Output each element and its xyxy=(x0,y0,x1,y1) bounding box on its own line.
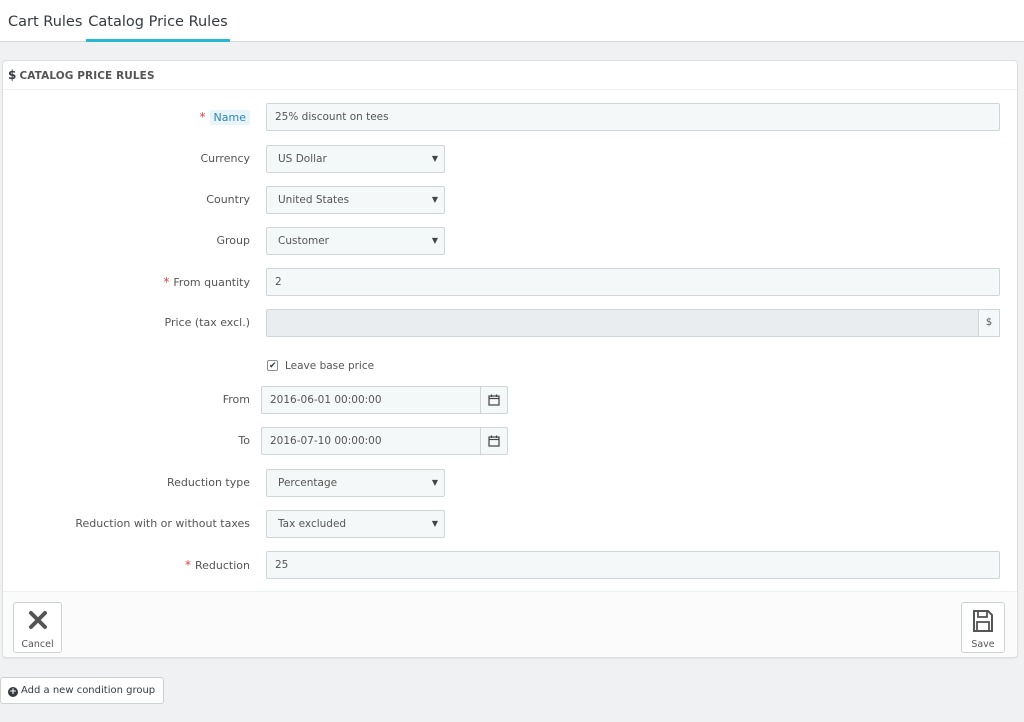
reduction-type-label: Reduction type xyxy=(166,476,250,489)
calendar-icon[interactable] xyxy=(480,386,508,414)
tabs-bar: Cart Rules Catalog Price Rules xyxy=(0,0,1024,42)
from-date-label: From xyxy=(222,393,250,406)
reduction-taxes-value: Tax excluded xyxy=(278,518,347,530)
leave-base-price-label: Leave base price xyxy=(285,360,375,372)
catalog-price-rule-panel: $ CATALOG PRICE RULES * Name 25% discount … xyxy=(2,60,1018,658)
cancel-button[interactable]: Cancel xyxy=(13,602,62,653)
plus-circle-icon: + xyxy=(8,687,18,697)
panel-footer: Cancel Save xyxy=(3,591,1017,657)
name-label: * Name xyxy=(200,103,250,131)
reduction-input[interactable]: 25 xyxy=(266,551,1000,579)
reduction-taxes-select[interactable]: Tax excluded ▼ xyxy=(266,510,445,538)
save-button[interactable]: Save xyxy=(961,602,1005,653)
caret-down-icon: ▼ xyxy=(431,195,438,204)
leave-base-price-checkbox[interactable] xyxy=(267,358,278,374)
calendar-icon[interactable] xyxy=(480,427,508,455)
price-input xyxy=(266,309,979,337)
to-date-group: 2016-07-10 00:00:00 xyxy=(261,427,508,455)
caret-down-icon: ▼ xyxy=(431,519,438,528)
required-marker: * xyxy=(163,275,170,289)
from-date-input[interactable]: 2016-06-01 00:00:00 xyxy=(261,386,481,414)
close-icon xyxy=(14,609,61,639)
leave-base-price-row[interactable]: Leave base price xyxy=(267,358,374,374)
cancel-label: Cancel xyxy=(21,639,54,650)
tab-cart-rules[interactable]: Cart Rules xyxy=(8,0,82,42)
caret-down-icon: ▼ xyxy=(431,154,438,163)
required-marker: * xyxy=(185,558,191,572)
required-marker: * xyxy=(199,110,206,124)
group-label: Group xyxy=(216,234,251,247)
add-condition-group-label: Add a new condition group xyxy=(21,685,156,696)
from-quantity-input[interactable]: 2 xyxy=(266,268,1000,296)
name-input[interactable]: 25% discount on tees xyxy=(266,103,1000,131)
save-icon xyxy=(962,609,1004,639)
save-label: Save xyxy=(971,639,995,650)
country-select[interactable]: United States ▼ xyxy=(266,186,445,214)
caret-down-icon: ▼ xyxy=(431,236,438,245)
currency-value: US Dollar xyxy=(278,153,327,165)
reduction-label-text: Reduction xyxy=(195,559,250,572)
country-value: United States xyxy=(278,194,350,206)
currency-label: Currency xyxy=(200,152,250,165)
dollar-addon: $ xyxy=(978,309,1000,337)
add-condition-group-button[interactable]: + Add a new condition group xyxy=(0,677,164,704)
reduction-taxes-label: Reduction with or without taxes xyxy=(75,517,250,530)
tab-catalog-price-rules[interactable]: Catalog Price Rules xyxy=(86,0,230,42)
to-date-input[interactable]: 2016-07-10 00:00:00 xyxy=(261,427,481,455)
reduction-type-value: Percentage xyxy=(278,477,338,489)
panel-title: CATALOG PRICE RULES xyxy=(19,70,155,82)
caret-down-icon: ▼ xyxy=(431,478,438,487)
country-label: Country xyxy=(206,193,250,206)
price-input-group: $ xyxy=(266,309,1000,337)
reduction-type-select[interactable]: Percentage ▼ xyxy=(266,469,445,497)
from-quantity-label-text: From quantity xyxy=(173,276,250,289)
from-quantity-label: * From quantity xyxy=(163,268,250,296)
name-label-text: Name xyxy=(209,110,250,125)
reduction-label: * Reduction xyxy=(185,551,250,579)
group-value: Customer xyxy=(278,235,330,247)
currency-select[interactable]: US Dollar ▼ xyxy=(266,145,445,173)
price-label: Price (tax excl.) xyxy=(164,316,250,329)
group-select[interactable]: Customer ▼ xyxy=(266,227,445,255)
panel-heading: $ CATALOG PRICE RULES xyxy=(3,61,1017,90)
from-date-group: 2016-06-01 00:00:00 xyxy=(261,386,508,414)
to-date-label: To xyxy=(238,434,250,447)
dollar-icon: $ xyxy=(8,68,17,82)
